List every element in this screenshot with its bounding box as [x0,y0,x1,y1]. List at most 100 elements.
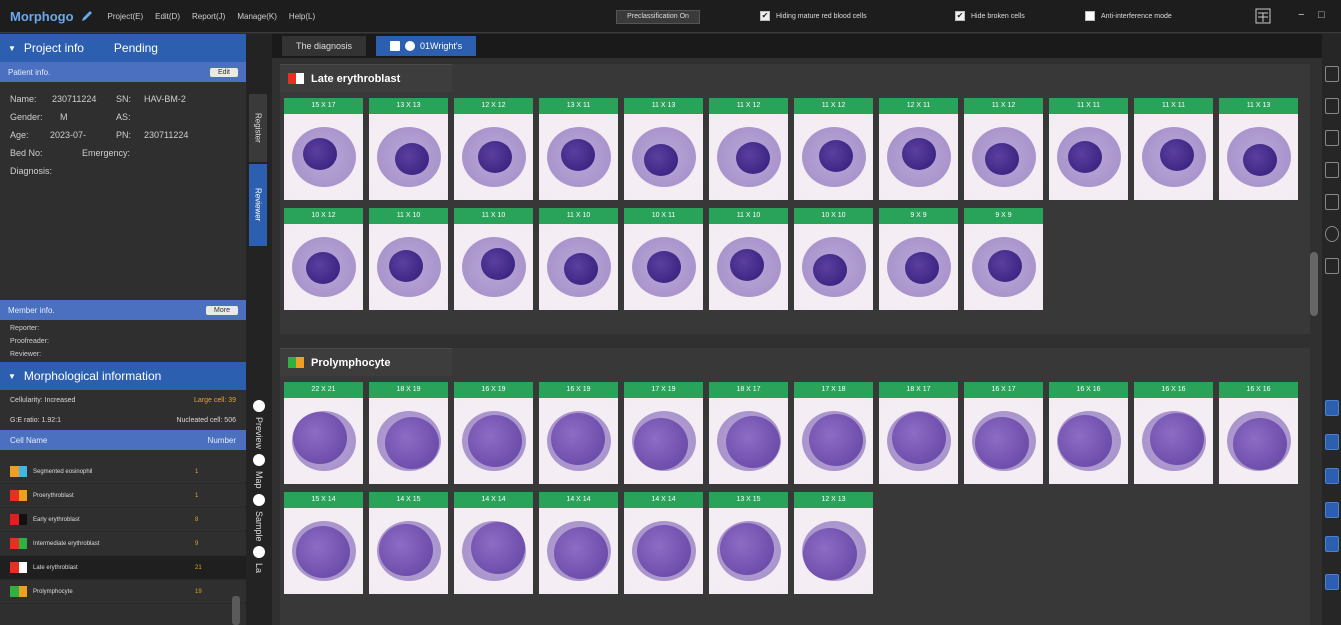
cell-thumbnail[interactable]: 12 X 11 [879,98,958,200]
cell-thumbnail[interactable]: 9 X 9 [879,208,958,310]
image-icon[interactable] [1325,400,1339,416]
list-icon[interactable] [1325,194,1339,210]
cell-table-scrollbar[interactable] [232,596,240,625]
preview-option[interactable]: Preview [254,417,264,449]
cell-thumbnail[interactable]: 14 X 14 [539,492,618,594]
map-option[interactable]: Map [254,471,264,489]
tab-stain[interactable]: 01Wright's [376,36,477,56]
radio-icon[interactable] [253,400,265,412]
copy-icon[interactable] [1325,130,1339,146]
cell-thumbnail[interactable]: 11 X 12 [964,98,1043,200]
cell-thumbnail[interactable]: 22 X 21 [284,382,363,484]
main-scrollbar[interactable] [1310,252,1318,316]
radio-icon[interactable] [253,493,265,506]
cell-thumbnail[interactable]: 14 X 14 [624,492,703,594]
number-header[interactable]: Number [208,436,236,445]
tab-register[interactable]: Register [249,94,267,162]
target-icon[interactable] [1325,502,1339,518]
cell-thumbnail[interactable]: 15 X 14 [284,492,363,594]
cell-thumbnail[interactable]: 13 X 11 [539,98,618,200]
cell-thumbnail[interactable]: 11 X 11 [1134,98,1213,200]
menu-report[interactable]: Report(J) [192,12,225,21]
pen-icon[interactable] [80,9,94,23]
hide-broken-checkbox[interactable]: ✔ Hide broken cells [955,11,1025,21]
morph-info-header[interactable]: ▼ Morphological information [0,362,246,390]
cell-thumbnail[interactable]: 15 X 17 [284,98,363,200]
document-icon[interactable] [1325,98,1339,114]
cell-thumbnail[interactable]: 16 X 17 [964,382,1043,484]
cell-thumbnail[interactable]: 11 X 12 [709,98,788,200]
zoom-icon[interactable] [1325,226,1339,242]
anti-interference-checkbox[interactable]: Anti-interference mode [1085,11,1172,21]
cell-thumbnail[interactable]: 10 X 11 [624,208,703,310]
cell-thumbnail[interactable]: 17 X 18 [794,382,873,484]
cell-table-row[interactable]: Late erythroblast 21 [0,556,246,580]
cell-thumbnail[interactable]: 11 X 11 [1049,98,1128,200]
cell-thumbnail[interactable]: 11 X 13 [1219,98,1298,200]
cell-thumbnail[interactable]: 12 X 12 [454,98,533,200]
calculator-icon[interactable] [1255,8,1271,24]
cell-thumbnail[interactable]: 10 X 10 [794,208,873,310]
cell-table-row[interactable]: Segmented eosinophil 1 [0,460,246,484]
preclassification-toggle[interactable]: Preclassification On [616,10,700,24]
cell-thumbnail[interactable]: 16 X 19 [454,382,533,484]
cell-thumbnail[interactable]: 18 X 17 [879,382,958,484]
cell-thumbnail[interactable]: 12 X 13 [794,492,873,594]
radio-icon[interactable] [253,454,265,467]
grid-icon[interactable] [1325,536,1339,552]
maximize-button[interactable]: □ [1318,9,1325,21]
back-icon[interactable] [1325,468,1339,484]
cell-table-row[interactable]: Prolymphocyte 19 [0,580,246,604]
cell-thumbnail[interactable]: 11 X 10 [539,208,618,310]
name-value: 230711224 [52,94,97,104]
trash-icon[interactable] [1325,434,1339,450]
cell-thumbnail[interactable]: 14 X 15 [369,492,448,594]
cell-thumbnail[interactable]: 18 X 19 [369,382,448,484]
menu-edit[interactable]: Edit(D) [155,12,180,21]
cell-thumbnail[interactable]: 10 X 12 [284,208,363,310]
last-option[interactable]: La [254,563,264,573]
menu-project[interactable]: Project(E) [108,12,144,21]
cell-name-header[interactable]: Cell Name [10,436,47,445]
cell-size-label: 11 X 11 [1134,98,1213,114]
tag-icon[interactable] [1325,258,1339,274]
cell-size-label: 14 X 15 [369,492,448,508]
cell-thumbnail[interactable]: 16 X 16 [1219,382,1298,484]
cell-table-row[interactable]: Proerythroblast 1 [0,484,246,508]
cell-image [624,508,703,594]
cell-thumbnail[interactable]: 16 X 16 [1134,382,1213,484]
cell-table-row[interactable]: Early erythroblast 8 [0,508,246,532]
cell-table-row[interactable]: Intermediate erythroblast 9 [0,532,246,556]
cell-thumbnail[interactable]: 17 X 19 [624,382,703,484]
edit-patient-button[interactable]: Edit [209,67,238,77]
cell-thumbnail[interactable]: 11 X 10 [709,208,788,310]
tab-reviewer[interactable]: Reviewer [249,164,267,246]
radio-icon[interactable] [253,546,265,559]
sample-option[interactable]: Sample [254,511,264,542]
minimize-button[interactable]: − [1298,9,1304,21]
cell-image [454,114,533,200]
settings-icon[interactable] [1325,66,1339,82]
file-icon[interactable] [1325,162,1339,178]
more-button[interactable]: More [206,305,238,315]
cell-thumbnail[interactable]: 14 X 14 [454,492,533,594]
cell-thumbnail[interactable]: 13 X 13 [369,98,448,200]
check-icon[interactable] [1325,574,1339,590]
cell-thumbnail[interactable]: 13 X 15 [709,492,788,594]
menu-help[interactable]: Help(L) [289,12,315,21]
menu-manage[interactable]: Manage(K) [237,12,277,21]
cell-image [794,508,873,594]
cell-thumbnail[interactable]: 16 X 19 [539,382,618,484]
cell-thumbnail[interactable]: 11 X 12 [794,98,873,200]
cell-thumbnail[interactable]: 9 X 9 [964,208,1043,310]
tab-diagnosis[interactable]: The diagnosis [282,36,367,56]
section-header[interactable]: Late erythroblast [280,64,452,92]
cell-thumbnail[interactable]: 11 X 13 [624,98,703,200]
cell-thumbnail[interactable]: 18 X 17 [709,382,788,484]
hide-rbc-checkbox[interactable]: ✔ Hiding mature red blood cells [760,11,867,21]
section-header[interactable]: Prolymphocyte [280,348,452,376]
cell-thumbnail[interactable]: 11 X 10 [369,208,448,310]
cell-thumbnail[interactable]: 11 X 10 [454,208,533,310]
cell-thumbnail[interactable]: 16 X 16 [1049,382,1128,484]
project-info-header[interactable]: ▼ Project info Pending [0,34,246,62]
